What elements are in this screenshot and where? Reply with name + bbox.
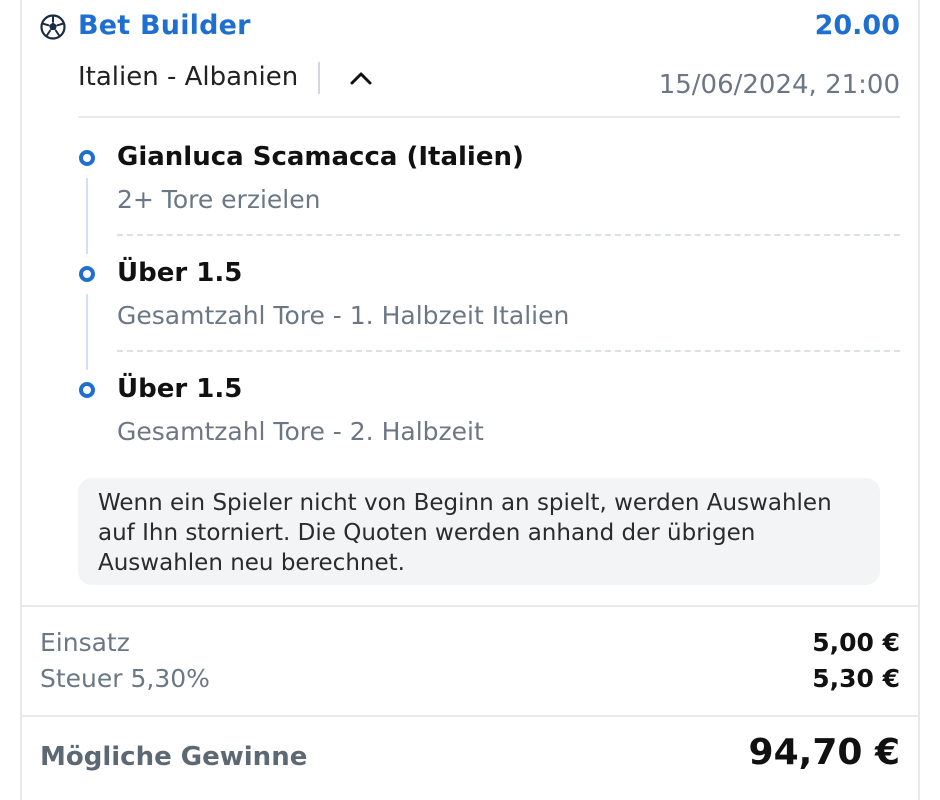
selection-market: Gesamtzahl Tore - 2. Halbzeit: [117, 417, 484, 446]
info-notice: Wenn ein Spieler nicht von Beginn an spi…: [78, 478, 880, 585]
bet-header: Bet Builder 20.00: [40, 8, 900, 48]
stake-value: 5,00 €: [812, 628, 900, 657]
dashed-divider: [117, 350, 900, 352]
bet-type-title: Bet Builder: [78, 10, 251, 41]
tax-value: 5,30 €: [812, 664, 900, 693]
selection-name: Über 1.5: [117, 258, 243, 288]
timeline-connector: [86, 178, 88, 254]
info-line: Wenn ein Spieler nicht von Beginn an spi…: [98, 490, 832, 516]
stake-label: Einsatz: [40, 628, 130, 657]
chevron-up-icon[interactable]: [348, 66, 374, 90]
selection-name: Über 1.5: [117, 374, 243, 404]
dashed-divider: [117, 234, 900, 236]
match-separator: [318, 62, 320, 94]
match-name: Italien - Albanien: [78, 62, 299, 92]
divider: [22, 715, 918, 717]
soccer-ball-icon: [40, 14, 66, 40]
tax-label: Steuer 5,30%: [40, 664, 210, 693]
selection-dot-icon: [79, 382, 95, 398]
selection-dot-icon: [79, 150, 95, 166]
info-line: Auswahlen neu berechnet.: [98, 550, 405, 576]
selection-market: 2+ Tore erzielen: [117, 185, 321, 214]
match-row: Italien - Albanien 15/06/2024, 21:00: [78, 58, 900, 106]
total-odds: 20.00: [814, 10, 900, 41]
potential-winnings-value: 94,70 €: [748, 732, 900, 773]
timeline-connector: [86, 294, 88, 370]
selection-name: Gianluca Scamacca (Italien): [117, 142, 524, 172]
potential-winnings-label: Mögliche Gewinne: [40, 742, 308, 772]
divider: [78, 116, 900, 118]
divider: [22, 605, 918, 607]
match-datetime: 15/06/2024, 21:00: [658, 70, 900, 100]
selection-dot-icon: [79, 266, 95, 282]
selection-market: Gesamtzahl Tore - 1. Halbzeit Italien: [117, 301, 570, 330]
info-line: auf Ihn storniert. Die Quoten werden anh…: [98, 520, 756, 546]
